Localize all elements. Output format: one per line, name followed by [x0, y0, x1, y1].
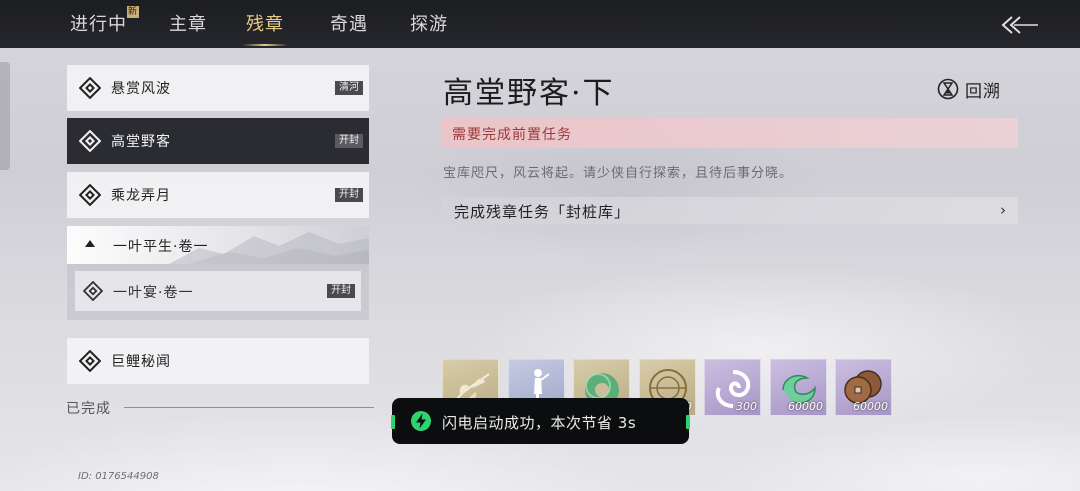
toast-message: 闪电启动成功，本次节省 3s — [442, 414, 637, 432]
prerequisite-task-row[interactable]: 完成残章任务「封桩库」 › — [442, 197, 1018, 224]
tab-main-chapter[interactable]: 主章 — [169, 10, 207, 40]
reward-quantity: 60000 — [788, 400, 823, 413]
toast-notification: 闪电启动成功，本次节省 3s — [391, 398, 690, 444]
requirement-text: 需要完成前置任务 — [452, 127, 572, 143]
location-tag: 清河 — [335, 81, 363, 95]
prerequisite-task-label: 完成残章任务「封桩库」 — [454, 203, 631, 221]
collapse-arrow-icon — [85, 240, 95, 247]
tab-encounter[interactable]: 奇遇 — [330, 10, 368, 40]
quest-item-label: 巨鲤秘闻 — [111, 354, 171, 370]
quest-group-label: 一叶平生·卷一 — [113, 239, 209, 255]
quest-item-label: 悬赏风波 — [111, 81, 171, 97]
diamond-emblem-icon — [79, 350, 101, 372]
chevron-right-icon: › — [1000, 201, 1006, 219]
scroll-edge-handle[interactable] — [0, 62, 10, 170]
quest-item-label: 高堂野客 — [111, 134, 171, 150]
divider — [124, 407, 374, 408]
back-button[interactable] — [1000, 14, 1040, 36]
diamond-emblem-icon — [83, 281, 103, 301]
requirement-banner: 需要完成前置任务 — [442, 118, 1018, 148]
toast-accent-right — [686, 415, 690, 429]
tab-label: 主章 — [169, 14, 207, 35]
double-chevron-left-arrow-icon — [1001, 16, 1038, 34]
recall-label: 回溯 — [965, 81, 1001, 102]
quest-item[interactable]: 悬赏风波 清河 — [67, 65, 369, 111]
quest-item[interactable]: 巨鲤秘闻 — [67, 338, 369, 384]
tab-label: 残章 — [246, 14, 284, 35]
reward-item-copper-coins[interactable]: 60000 — [835, 359, 892, 416]
reward-quantity: 60000 — [853, 400, 888, 413]
diamond-emblem-icon — [79, 184, 101, 206]
tab-label: 进行中 — [70, 14, 127, 35]
lightning-bolt-icon — [411, 411, 431, 431]
recall-button[interactable]: 回溯 — [937, 76, 1001, 102]
location-tag: 开封 — [327, 284, 355, 298]
quest-title: 高堂野客·下 — [443, 76, 615, 111]
quest-description: 宝库咫尺，风云将起。请少侠自行探索，且待后事分晓。 — [443, 166, 794, 181]
reward-item-wind-essence[interactable]: 60000 — [770, 359, 827, 416]
top-bar: 进行中 新 主章 残章 奇遇 探游 — [0, 0, 1080, 48]
tab-label: 探游 — [410, 14, 448, 35]
quest-group-header[interactable]: 一叶平生·卷一 — [67, 226, 369, 264]
new-badge: 新 — [127, 6, 139, 18]
reward-item-swirl-essence[interactable]: 300 — [704, 359, 761, 416]
tab-in-progress[interactable]: 进行中 新 — [70, 6, 139, 40]
diamond-emblem-icon — [79, 77, 101, 99]
location-tag: 开封 — [335, 134, 363, 148]
completed-section-label[interactable]: 已完成 — [66, 398, 111, 418]
hourglass-icon — [937, 78, 959, 100]
reward-quantity: 300 — [736, 400, 757, 413]
tab-exploration[interactable]: 探游 — [410, 10, 448, 40]
user-id: ID: 0176544908 — [78, 471, 159, 482]
quest-item-label: 乘龙弄月 — [111, 188, 171, 204]
quest-subitem[interactable]: 一叶宴·卷一 开封 — [75, 271, 361, 311]
tab-label: 奇遇 — [330, 14, 368, 35]
location-tag: 开封 — [335, 188, 363, 202]
diamond-emblem-icon — [79, 130, 101, 152]
quest-item[interactable]: 乘龙弄月 开封 — [67, 172, 369, 218]
quest-subitem-label: 一叶宴·卷一 — [113, 285, 194, 301]
tab-fragment-chapter[interactable]: 残章 — [242, 10, 288, 46]
quest-item-selected[interactable]: 高堂野客 开封 — [67, 118, 369, 164]
toast-accent-left — [391, 415, 395, 429]
